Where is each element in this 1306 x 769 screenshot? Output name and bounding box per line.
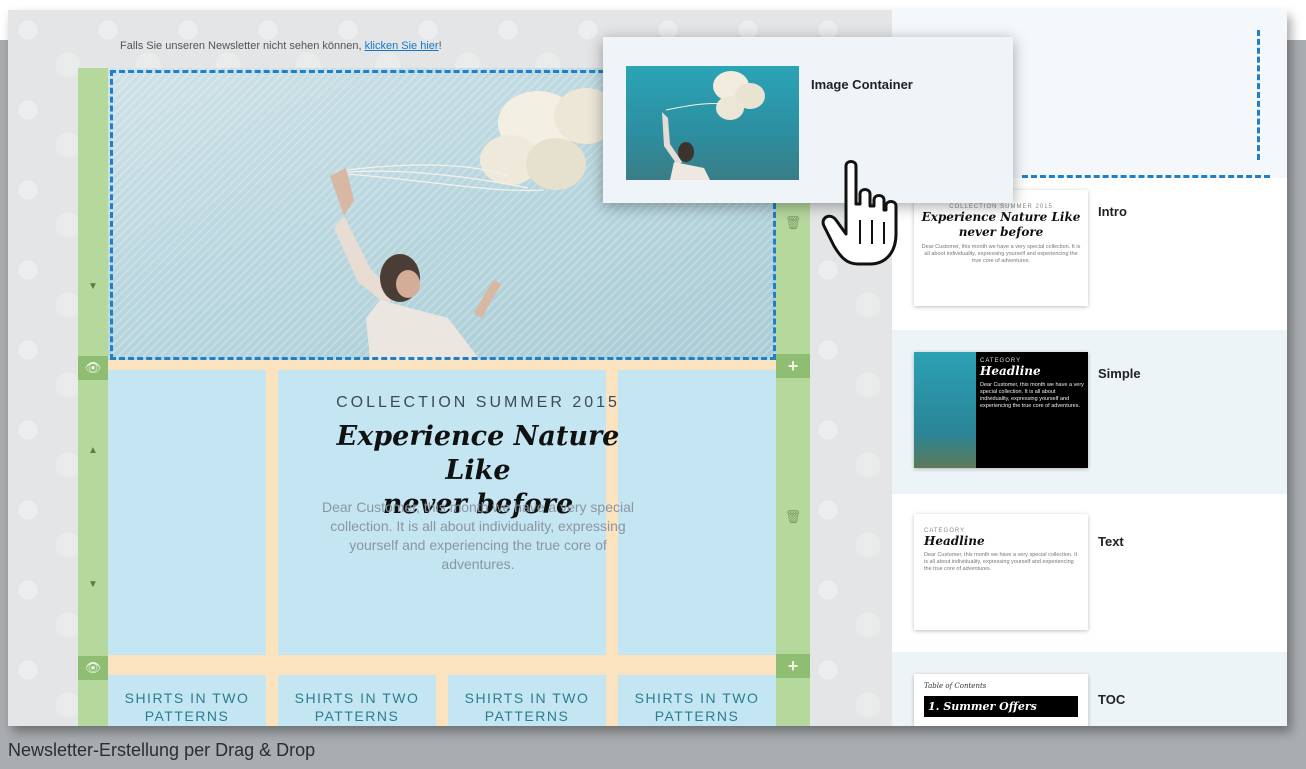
move-up-icon[interactable]: ▲	[78, 446, 108, 456]
add-row-plus-icon[interactable]: +	[776, 654, 810, 678]
notice-suffix: !	[438, 40, 442, 52]
template-thumbnail-text: CATEGORY Headline Dear Customer, this mo…	[914, 514, 1088, 630]
view-online-notice: Falls Sie unseren Newsletter nicht sehen…	[120, 40, 442, 52]
visibility-eye-icon[interactable]: 👁	[78, 356, 108, 380]
shirts-line-2: PATTERNS	[654, 708, 740, 724]
content-body: Dear Customer, this month we have a very…	[321, 499, 635, 572]
hand-cursor-icon	[821, 160, 898, 266]
move-down-icon[interactable]: ▼	[78, 282, 108, 292]
drag-card-title: Image Container	[811, 77, 913, 92]
thumb-text-block: CATEGORY Headline Dear Customer, this mo…	[980, 358, 1084, 410]
drop-zone-outline-vertical	[1257, 30, 1260, 160]
screenshot-frame: Falls Sie unseren Newsletter nicht sehen…	[8, 10, 1287, 726]
template-name: Simple	[1098, 366, 1141, 381]
template-name: Text	[1098, 534, 1124, 549]
thumb-toc-item: 1. Summer Offers	[924, 696, 1078, 717]
thumb-headline: Headline	[924, 534, 985, 548]
notice-text: Falls Sie unseren Newsletter nicht sehen…	[120, 40, 365, 52]
dragged-image-container[interactable]: Image Container	[603, 37, 1013, 203]
shirts-cell[interactable]: SHIRTS IN TWO PATTERNS	[108, 675, 266, 726]
template-name: TOC	[1098, 692, 1126, 707]
collection-label: COLLECTION SUMMER 2015	[336, 394, 620, 411]
shirts-line-2: PATTERNS	[484, 708, 570, 724]
add-row-plus-icon[interactable]: +	[776, 354, 810, 378]
content-cell-left[interactable]	[108, 370, 266, 655]
shirts-line-2: PATTERNS	[144, 708, 230, 724]
template-thumbnail-toc: Table of Contents 1. Summer Offers	[914, 674, 1088, 726]
trash-icon[interactable]: 🗑	[776, 510, 810, 523]
content-row: COLLECTION SUMMER 2015 Experience Nature…	[108, 360, 776, 665]
drag-card-image	[662, 71, 765, 180]
thumb-image	[914, 352, 976, 468]
shirts-cell[interactable]: SHIRTS IN TWO PATTERNS	[618, 675, 776, 726]
template-toc[interactable]: Table of Contents 1. Summer Offers TOC	[892, 652, 1287, 726]
thumb-headline: Headline	[980, 364, 1041, 378]
figure-caption: Newsletter-Erstellung per Drag & Drop	[8, 740, 316, 760]
drag-card-thumbnail	[626, 66, 799, 180]
thumb-toc-title: Table of Contents	[924, 682, 987, 690]
shirts-cell[interactable]: SHIRTS IN TWO PATTERNS	[278, 675, 436, 726]
headline-line-1: Experience Nature Like	[336, 421, 620, 486]
template-text[interactable]: CATEGORY Headline Dear Customer, this mo…	[892, 494, 1287, 652]
template-simple[interactable]: CATEGORY Headline Dear Customer, this mo…	[892, 330, 1287, 494]
template-thumbnail-intro: COLLECTION SUMMER 2015 Experience Nature…	[914, 190, 1088, 306]
shirts-line-1: SHIRTS IN TWO	[294, 690, 420, 706]
thumb-body: Dear Customer, this month we have a very…	[921, 244, 1081, 264]
left-rail	[78, 68, 108, 726]
shirts-cell[interactable]: SHIRTS IN TWO PATTERNS	[448, 675, 606, 726]
shirts-line-1: SHIRTS IN TWO	[464, 690, 590, 706]
thumb-headline-2: never before	[958, 225, 1044, 239]
view-online-link[interactable]: klicken Sie hier	[365, 40, 439, 52]
move-down-icon[interactable]: ▼	[78, 580, 108, 590]
shirts-line-2: PATTERNS	[314, 708, 400, 724]
trash-icon[interactable]: 🗑	[776, 216, 810, 229]
shirts-row: SHIRTS IN TWO PATTERNS SHIRTS IN TWO PAT…	[108, 665, 776, 726]
thumb-body: Dear Customer, this month we have a very…	[924, 552, 1078, 572]
shirts-line-1: SHIRTS IN TWO	[124, 690, 250, 706]
visibility-eye-icon[interactable]: 👁	[78, 656, 108, 680]
template-thumbnail-simple: CATEGORY Headline Dear Customer, this mo…	[914, 352, 1088, 468]
thumb-body: Dear Customer, this month we have a very…	[980, 382, 1084, 409]
shirts-line-1: SHIRTS IN TWO	[634, 690, 760, 706]
thumb-headline-1: Experience Nature Like	[921, 210, 1081, 224]
template-name: Intro	[1098, 204, 1127, 219]
